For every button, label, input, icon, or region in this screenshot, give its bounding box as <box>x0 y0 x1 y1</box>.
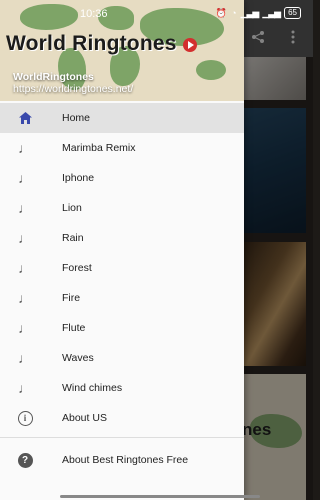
menu-item-label: Marimba Remix <box>62 142 136 154</box>
menu-item-iphone[interactable]: ♩ Iphone <box>0 163 244 193</box>
menu-item-flute[interactable]: ♩ Flute <box>0 313 244 343</box>
menu-item-forest[interactable]: ♩ Forest <box>0 253 244 283</box>
menu-item-marimba-remix[interactable]: ♩ Marimba Remix <box>0 133 244 163</box>
menu-item-about-best-ringtones-free[interactable]: ? About Best Ringtones Free <box>0 445 244 475</box>
music-note-icon: ♩ <box>18 350 32 366</box>
menu-item-home[interactable]: Home <box>0 103 244 133</box>
wifi-icon: ◔ <box>231 8 237 18</box>
music-note-icon: ♩ <box>18 290 32 306</box>
music-note-icon: ♩ <box>18 230 32 246</box>
menu-item-fire[interactable]: ♩ Fire <box>0 283 244 313</box>
status-time: 10:36 <box>80 8 108 20</box>
drawer-menu: Home ♩ Marimba Remix ♩ Iphone ♩ Lion ♩ R… <box>0 103 244 433</box>
menu-item-label: Waves <box>62 352 94 364</box>
signal-icon: ▁▃▅ <box>240 7 260 18</box>
menu-item-label: About Best Ringtones Free <box>62 454 189 466</box>
music-note-icon: ♩ <box>18 140 32 156</box>
menu-divider <box>0 437 244 438</box>
menu-item-label: Wind chimes <box>62 382 123 394</box>
drawer-app-name: WorldRingtones <box>13 71 94 83</box>
music-note-icon: ♩ <box>18 200 32 216</box>
play-logo-icon <box>183 38 197 52</box>
menu-item-label: Flute <box>62 322 86 334</box>
music-note-icon: ♩ <box>18 320 32 336</box>
drawer-scrim[interactable] <box>244 0 313 500</box>
menu-item-about-us[interactable]: i About US <box>0 403 244 433</box>
info-icon: i <box>17 410 33 426</box>
music-note-icon: ♩ <box>18 380 32 396</box>
menu-item-label: Iphone <box>62 172 95 184</box>
home-icon <box>17 110 33 126</box>
status-icons: ⏰ ◔ ▁▃▅ ▁▃▅ 65 <box>216 7 301 19</box>
drawer-app-url[interactable]: https://worldringtones.net/ <box>13 83 133 95</box>
menu-item-label: Forest <box>62 262 92 274</box>
signal-icon: ▁▃▅ <box>262 7 281 18</box>
menu-item-wind-chimes[interactable]: ♩ Wind chimes <box>0 373 244 403</box>
menu-item-label: Home <box>62 112 91 124</box>
menu-item-label: Fire <box>62 292 81 304</box>
menu-item-label: Rain <box>62 232 84 244</box>
menu-item-waves[interactable]: ♩ Waves <box>0 343 244 373</box>
menu-item-rain[interactable]: ♩ Rain <box>0 223 244 253</box>
music-note-icon: ♩ <box>18 260 32 276</box>
alarm-icon: ⏰ <box>215 7 228 18</box>
help-icon: ? <box>17 452 33 468</box>
gesture-nav-bar[interactable] <box>60 495 260 498</box>
app-logo-text: World Ringtones <box>6 32 177 55</box>
menu-item-label: About US <box>62 412 107 424</box>
menu-item-lion[interactable]: ♩ Lion <box>0 193 244 223</box>
music-note-icon: ♩ <box>18 170 32 186</box>
menu-item-label: Lion <box>62 202 82 214</box>
status-bar: 10:36 ⏰ ◔ ▁▃▅ ▁▃▅ 65 <box>0 0 313 25</box>
navigation-drawer: World Ringtones WorldRingtones https://w… <box>0 0 244 500</box>
battery-icon: 65 <box>284 7 301 19</box>
world-map-image <box>196 60 226 80</box>
